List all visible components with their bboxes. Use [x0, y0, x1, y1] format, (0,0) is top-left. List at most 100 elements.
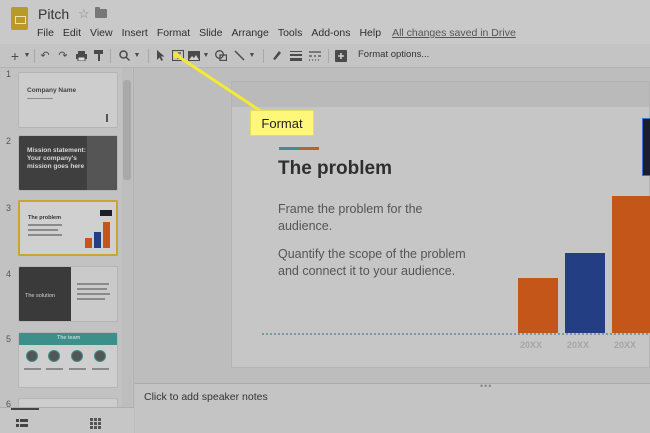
- select-cursor-icon[interactable]: [154, 48, 166, 63]
- thumbnail-box: [100, 210, 112, 216]
- toolbar-separator: [110, 49, 111, 63]
- toolbar-separator: [34, 49, 35, 63]
- image-icon[interactable]: [188, 48, 200, 63]
- thumbnail-title: Company Name: [27, 87, 77, 94]
- menu-arrange[interactable]: Arrange: [231, 27, 268, 41]
- slide-thumbnail-3[interactable]: The problem: [18, 200, 118, 256]
- thumbnail-bar: [103, 222, 110, 248]
- slide-thumbnail-6[interactable]: [18, 398, 118, 407]
- border-dash-icon[interactable]: [308, 48, 321, 63]
- text-box-icon[interactable]: [171, 48, 184, 63]
- toolbar: + ▼ ↶ ↷ ▼ ▼ ▼: [0, 44, 650, 68]
- thumbnail-line: [28, 234, 62, 236]
- menu-bar: File Edit View Insert Format Slide Arran…: [37, 27, 525, 41]
- slide-top-band: [232, 82, 649, 107]
- avatar: [94, 350, 106, 362]
- menu-file[interactable]: File: [37, 27, 54, 41]
- menu-addons[interactable]: Add-ons: [311, 27, 350, 41]
- chart-bar: [612, 195, 650, 333]
- line-icon[interactable]: [233, 48, 246, 63]
- menu-edit[interactable]: Edit: [63, 27, 81, 41]
- thumbnail-line: [28, 224, 62, 226]
- folder-icon[interactable]: [95, 7, 107, 18]
- thumbnail-line: [92, 368, 109, 370]
- slide-number: 2: [6, 136, 12, 146]
- filmstrip-view-icon[interactable]: [16, 416, 28, 427]
- thumbnail-line: [77, 298, 105, 300]
- resize-handle-icon[interactable]: •••: [480, 381, 492, 391]
- thumbnail-line: [24, 368, 41, 370]
- shape-icon[interactable]: [214, 48, 227, 63]
- callout-label: Format: [250, 110, 314, 136]
- chart-x-tick-label: 20XX: [520, 340, 543, 350]
- slide-number: 1: [6, 69, 12, 79]
- undo-icon[interactable]: ↶: [39, 48, 51, 63]
- filmstrip-view-active-indicator: [11, 408, 39, 410]
- chart-x-tick-label: 20XX: [614, 340, 637, 350]
- filmstrip-scrollbar[interactable]: [122, 68, 132, 407]
- border-weight-icon[interactable]: [289, 48, 302, 63]
- slide-number: 5: [6, 334, 12, 344]
- redo-icon[interactable]: ↷: [57, 48, 69, 63]
- accent-bar: [279, 147, 319, 150]
- speaker-notes-placeholder[interactable]: Click to add speaker notes: [144, 391, 268, 403]
- thumbnail-line: [77, 288, 107, 290]
- slide-number: 6: [6, 399, 12, 407]
- slide-number: 4: [6, 269, 12, 279]
- menu-format[interactable]: Format: [157, 27, 190, 41]
- slide-thumbnail-1[interactable]: Company Name: [18, 72, 118, 128]
- thumbnail-line: [69, 368, 86, 370]
- slide-thumbnail-4[interactable]: The solution: [18, 266, 118, 322]
- document-title[interactable]: Pitch: [38, 6, 69, 22]
- avatar: [71, 350, 83, 362]
- thumbnail-bar: [94, 232, 101, 248]
- speaker-notes-panel[interactable]: ••• Click to add speaker notes: [135, 381, 650, 433]
- format-options-button[interactable]: Format options...: [358, 49, 429, 60]
- image-dropdown-icon[interactable]: ▼: [202, 48, 210, 63]
- insert-comment-icon[interactable]: [334, 48, 347, 63]
- new-slide-icon[interactable]: +: [9, 48, 21, 64]
- toolbar-separator: [328, 49, 329, 63]
- slide-body-paragraph-2[interactable]: Quantify the scope of the problem and co…: [278, 246, 483, 280]
- chart-bar: [518, 278, 558, 333]
- thumbnail-photo: [87, 136, 117, 190]
- thumbnail-title: The solution: [25, 293, 55, 299]
- thumbnail-decoration: [106, 114, 112, 122]
- selected-shape[interactable]: [642, 118, 650, 176]
- border-color-icon[interactable]: [270, 48, 282, 63]
- menu-tools[interactable]: Tools: [278, 27, 303, 41]
- slide-thumbnail-2[interactable]: Mission statement: Your company's missio…: [18, 135, 118, 191]
- thumbnail-line: [77, 283, 109, 285]
- filmstrip-scroll-thumb[interactable]: [123, 80, 131, 180]
- slide-filmstrip: 1 Company Name 2 Mission statement: Your…: [0, 68, 134, 407]
- star-icon[interactable]: ☆: [78, 6, 90, 22]
- menu-view[interactable]: View: [90, 27, 113, 41]
- thumbnail-line: [46, 368, 63, 370]
- chart-x-tick-label: 20XX: [567, 340, 590, 350]
- new-slide-dropdown-icon[interactable]: ▼: [23, 48, 31, 63]
- toolbar-separator: [148, 49, 149, 63]
- thumbnail-title: The problem: [28, 215, 62, 221]
- zoom-dropdown-icon[interactable]: ▼: [133, 48, 141, 63]
- thumbnail-bar: [85, 238, 92, 248]
- slide-title[interactable]: The problem: [278, 158, 392, 180]
- menu-help[interactable]: Help: [359, 27, 381, 41]
- slides-logo-icon[interactable]: [11, 7, 28, 30]
- thumbnail-line: [28, 229, 58, 231]
- line-dropdown-icon[interactable]: ▼: [248, 48, 256, 63]
- menu-slide[interactable]: Slide: [199, 27, 222, 41]
- zoom-icon[interactable]: [117, 48, 131, 63]
- menu-insert[interactable]: Insert: [122, 27, 148, 41]
- print-icon[interactable]: [75, 48, 87, 63]
- chart-bar: [565, 253, 605, 333]
- thumbnail-title: Mission statement: Your company's missio…: [27, 147, 86, 170]
- filmstrip-footer: [0, 407, 134, 433]
- saved-status-link[interactable]: All changes saved in Drive: [392, 27, 516, 41]
- slide-thumbnail-5[interactable]: The team: [18, 332, 118, 388]
- slide-body-paragraph-1[interactable]: Frame the problem for the audience.: [278, 201, 478, 235]
- thumbnail-title: The team: [57, 335, 81, 341]
- paint-format-icon[interactable]: [93, 48, 105, 63]
- grid-view-icon[interactable]: [90, 416, 101, 429]
- app-header: Pitch ☆ File Edit View Insert Format Sli…: [0, 0, 650, 44]
- thumbnail-line: [27, 98, 53, 99]
